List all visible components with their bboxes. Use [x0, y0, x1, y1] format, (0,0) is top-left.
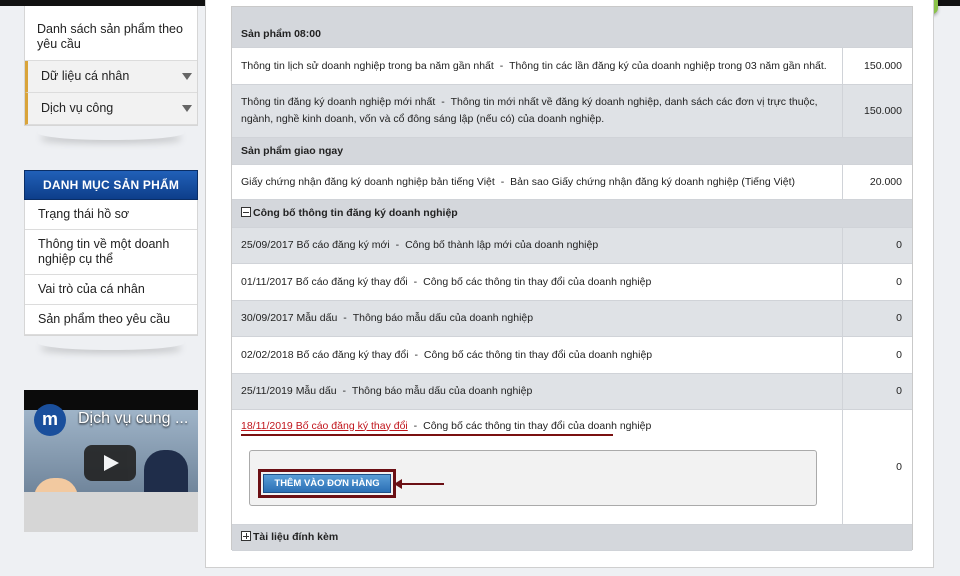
expand-icon[interactable]: [241, 531, 251, 541]
menu-item-label: Danh sách sản phẩm theo yêu cầu: [37, 22, 183, 51]
table-row[interactable]: 25/11/2019 Mẫu dấu - Thông báo mẫu dấu c…: [232, 373, 912, 410]
product-cell: Giấy chứng nhận đăng ký doanh nghiệp bản…: [232, 164, 843, 200]
product-cell: 01/11/2017 Bố cáo đăng ký thay đổi - Côn…: [232, 263, 843, 301]
channel-logo: m: [34, 404, 66, 436]
menu-item-personal-data[interactable]: Dữ liệu cá nhân: [25, 61, 197, 93]
menu-item-label: Dịch vụ công: [41, 101, 114, 115]
table-row[interactable]: 30/09/2017 Mẫu dấu - Thông báo mẫu dấu c…: [232, 300, 912, 337]
section-title-text: Công bố thông tin đăng ký doanh nghiệp: [253, 207, 458, 219]
section-title: Công bố thông tin đăng ký doanh nghiệp: [232, 199, 912, 228]
section-header[interactable]: Công bố thông tin đăng ký doanh nghiệp: [232, 199, 912, 228]
collapse-icon[interactable]: [241, 207, 251, 217]
chevron-down-icon: [182, 73, 192, 80]
section-title: Sản phẩm 08:00: [232, 21, 912, 48]
product-cell: Thông tin đăng ký doanh nghiệp mới nhất …: [232, 84, 843, 138]
table-row[interactable]: 02/02/2018 Bố cáo đăng ký thay đổi - Côn…: [232, 336, 912, 374]
product-desc: Công bố các thông tin thay đổi của doanh…: [423, 275, 652, 288]
product-cell: 25/09/2017 Bố cáo đăng ký mới - Công bố …: [232, 227, 843, 264]
product-desc: Bản sao Giấy chứng nhận đăng ký doanh ng…: [510, 175, 796, 188]
table-row[interactable]: Giấy chứng nhận đăng ký doanh nghiệp bản…: [232, 164, 912, 200]
add-to-order-button[interactable]: THÊM VÀO ĐƠN HÀNG: [263, 473, 391, 493]
category-list: Trạng thái hồ sơ Thông tin về một doanh …: [24, 200, 198, 336]
category-item-company-info[interactable]: Thông tin về một doanh nghiệp cụ thể: [25, 230, 197, 275]
left-sidebar: Danh sách sản phẩm theo yêu cầu Dữ liệu …: [24, 6, 198, 532]
product-name: 25/09/2017 Bố cáo đăng ký mới: [241, 239, 390, 251]
product-name: 02/02/2018 Bố cáo đăng ký thay đổi: [241, 348, 409, 361]
menu-item-requested-products[interactable]: Danh sách sản phẩm theo yêu cầu: [25, 6, 197, 61]
highlight-underline: [241, 433, 613, 436]
table-row[interactable]: 25/09/2017 Bố cáo đăng ký mới - Công bố …: [232, 227, 912, 264]
video-player[interactable]: m Dịch vụ cung ...: [24, 390, 198, 532]
product-desc: Thông báo mẫu dấu của doanh nghiệp: [352, 312, 534, 324]
table-row[interactable]: Thông tin lịch sử doanh nghiệp trong ba …: [232, 47, 912, 85]
product-price: 150.000: [842, 47, 912, 85]
product-name: Thông tin lịch sử doanh nghiệp trong ba …: [241, 59, 494, 72]
product-price: 0: [842, 409, 912, 525]
product-name: 25/11/2019 Mẫu dấu: [241, 385, 337, 397]
table-row[interactable]: 01/11/2017 Bố cáo đăng ký thay đổi - Côn…: [232, 263, 912, 301]
selected-table-row[interactable]: 18/11/2019 Bố cáo đăng ký thay đổi - Côn…: [232, 409, 912, 525]
table-row[interactable]: Thông tin đăng ký doanh nghiệp mới nhất …: [232, 84, 912, 138]
product-price: 0: [842, 263, 912, 301]
panel-top-strip: [232, 7, 912, 21]
play-icon[interactable]: [84, 445, 136, 481]
pointer-arrow-line: [400, 482, 444, 485]
chevron-down-icon: [182, 105, 192, 112]
product-table: Sản phẩm 08:00 Thông tin lịch sử doanh n…: [232, 21, 912, 551]
product-cell: 30/09/2017 Mẫu dấu - Thông báo mẫu dấu c…: [232, 300, 843, 337]
product-price: 0: [842, 336, 912, 374]
section-header[interactable]: Tài liệu đính kèm: [232, 524, 912, 551]
product-name: 30/09/2017 Mẫu dấu: [241, 312, 338, 324]
product-price: 0: [842, 227, 912, 264]
category-item-requested-products[interactable]: Sản phẩm theo yêu cầu: [25, 305, 197, 335]
section-header: Sản phẩm giao ngay: [232, 137, 912, 165]
section-header: Sản phẩm 08:00: [232, 21, 912, 48]
product-cell: 18/11/2019 Bố cáo đăng ký thay đổi - Côn…: [232, 409, 843, 525]
product-desc: Công bố các thông tin thay đổi của doanh…: [423, 348, 653, 361]
product-desc: Công bố thành lập mới của doanh nghiệp: [405, 239, 599, 251]
product-cell: 02/02/2018 Bố cáo đăng ký thay đổi - Côn…: [232, 336, 843, 374]
order-box: THÊM VÀO ĐƠN HÀNG: [249, 449, 817, 506]
section-title: Tài liệu đính kèm: [232, 524, 912, 551]
section-title-text: Tài liệu đính kèm: [253, 531, 339, 543]
product-desc: Thông tin các lần đăng ký của doanh nghi…: [509, 59, 827, 72]
menu-item-label: Dữ liệu cá nhân: [41, 69, 130, 83]
order-button-highlight: THÊM VÀO ĐƠN HÀNG: [258, 468, 396, 498]
sidebar-menu: Danh sách sản phẩm theo yêu cầu Dữ liệu …: [24, 6, 198, 126]
product-desc: Thông báo mẫu dấu của doanh nghiệp: [351, 385, 533, 397]
product-price: 150.000: [842, 84, 912, 138]
section-title: Sản phẩm giao ngay: [232, 137, 912, 165]
category-header: DANH MỤC SẢN PHẨM: [24, 170, 198, 200]
product-price: 0: [842, 373, 912, 410]
product-price: 20.000: [842, 164, 912, 200]
product-price: 0: [842, 300, 912, 337]
category-item-personal-role[interactable]: Vai trò của cá nhân: [25, 275, 197, 305]
product-name: 01/11/2017 Bố cáo đăng ký thay đổi: [241, 275, 408, 288]
product-name: Thông tin đăng ký doanh nghiệp mới nhất: [241, 95, 436, 108]
menu-item-public-services[interactable]: Dịch vụ công: [25, 93, 197, 125]
selected-product-desc: Công bố các thông tin thay đổi của doanh…: [423, 419, 652, 432]
product-cell: Thông tin lịch sử doanh nghiệp trong ba …: [232, 47, 843, 85]
product-panel: Sản phẩm 08:00 Thông tin lịch sử doanh n…: [231, 6, 913, 551]
product-name: Giấy chứng nhận đăng ký doanh nghiệp bản…: [241, 175, 495, 188]
video-title: Dịch vụ cung ...: [78, 410, 189, 427]
selected-product-name[interactable]: 18/11/2019 Bố cáo đăng ký thay đổi: [241, 420, 408, 432]
product-cell: 25/11/2019 Mẫu dấu - Thông báo mẫu dấu c…: [232, 373, 843, 410]
category-item-file-status[interactable]: Trạng thái hồ sơ: [25, 200, 197, 230]
category-shadow: [38, 336, 184, 350]
menu-shadow: [38, 126, 184, 140]
